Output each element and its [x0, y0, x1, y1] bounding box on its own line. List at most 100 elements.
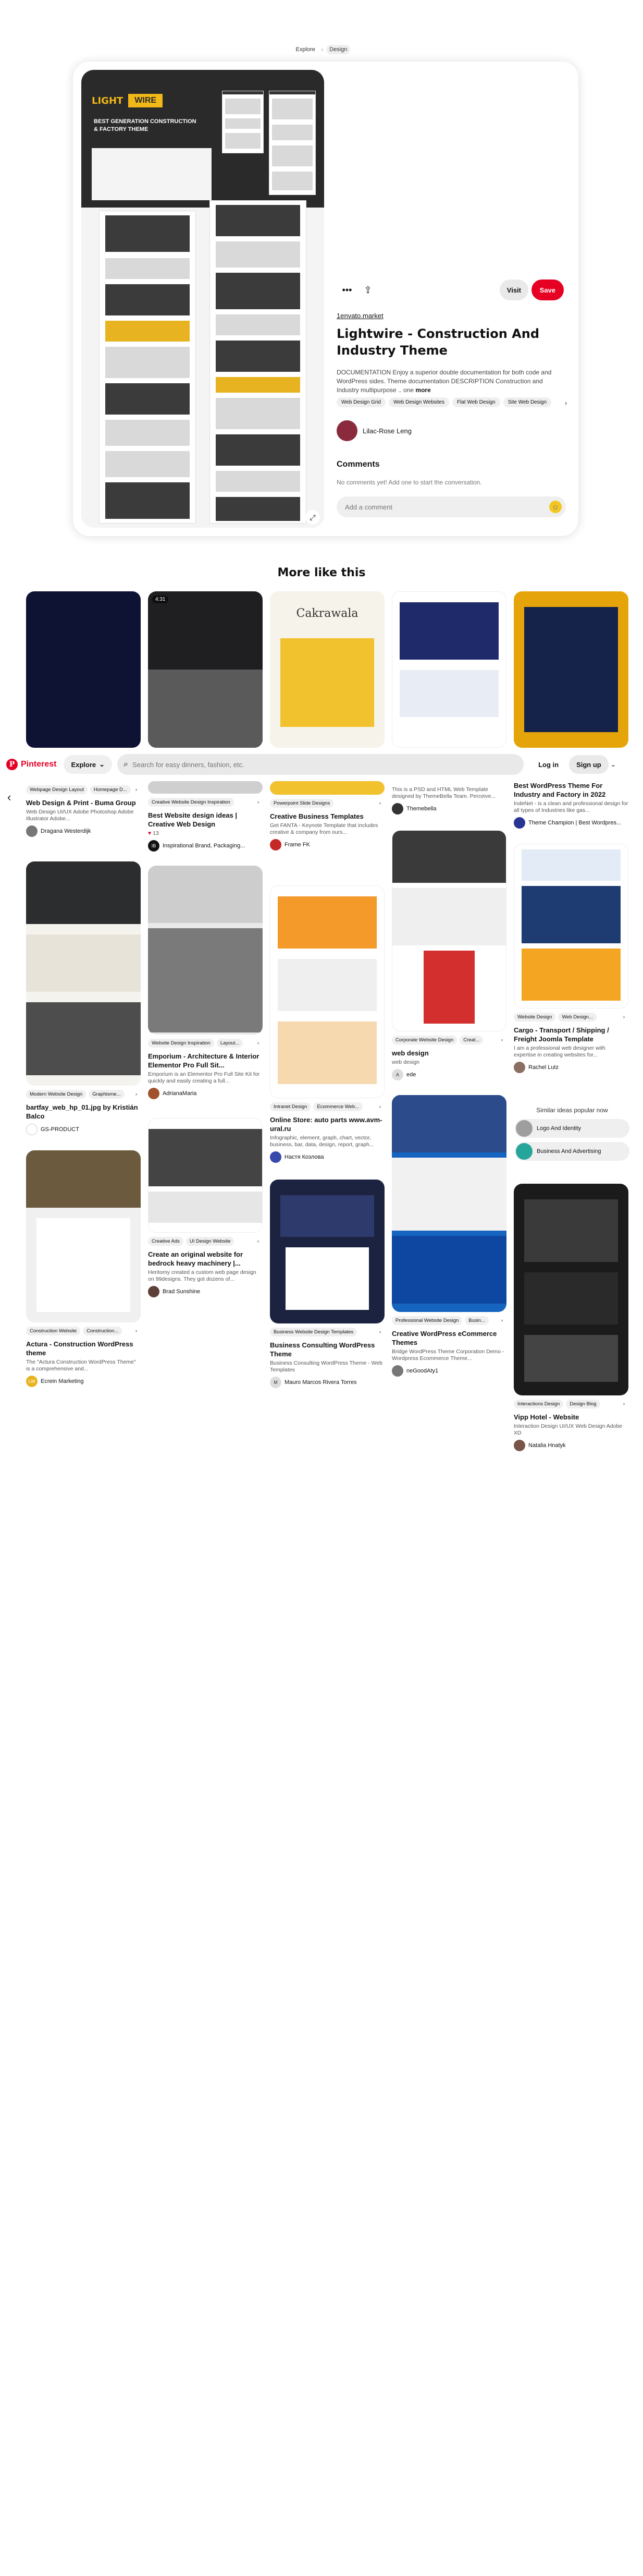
login-button[interactable]: Log in [531, 755, 566, 774]
chevron-right-icon[interactable]: › [565, 399, 567, 407]
pin-author[interactable]: Aede [392, 1069, 506, 1080]
pin-thumbnail[interactable] [148, 781, 263, 794]
author-name[interactable]: Ecrein Marketing [41, 1378, 84, 1384]
author-name[interactable]: GS-PRODUCT [41, 1126, 79, 1133]
related-pin[interactable]: This is a PSD and HTML Web Template desi… [392, 781, 506, 815]
chevron-right-icon[interactable]: › [376, 1102, 385, 1111]
pin-title[interactable]: Actura - Construction WordPress theme [26, 1340, 141, 1357]
save-button[interactable]: Save [531, 280, 564, 300]
related-pin[interactable]: Website Design Inspiration Layout... › Emp… [148, 866, 263, 1099]
tag-chip[interactable]: Business Website Design Templates [270, 1328, 357, 1336]
visit-button[interactable]: Visit [499, 280, 528, 300]
related-pin[interactable]: Powerpoint Slide Designs › Creative Busin… [270, 781, 385, 850]
tag-chip[interactable]: UI Design Website [186, 1237, 234, 1246]
tag-chip[interactable]: Construction... [83, 1327, 122, 1335]
pin-author[interactable]: neGoodAty1 [392, 1365, 506, 1377]
related-pin[interactable] [392, 591, 506, 748]
related-pin[interactable]: Website Design Web Design... › Cargo - Tra… [514, 844, 628, 1073]
pin-author[interactable]: Theme Champion | Best Wordpres... [514, 817, 628, 829]
tag-chip[interactable]: Design Blog [566, 1400, 600, 1408]
pin-title[interactable]: web design [392, 1049, 506, 1058]
related-pin[interactable]: Cakrawala [270, 591, 385, 748]
pin-thumbnail[interactable] [392, 591, 506, 748]
tag-chip[interactable]: Powerpoint Slide Designs [270, 799, 334, 808]
tag-chip[interactable]: Webpage Design Layout [26, 785, 88, 794]
pin-title[interactable]: Business Consulting WordPress Theme [270, 1341, 385, 1358]
pin-thumbnail[interactable] [270, 885, 385, 1098]
share-icon[interactable]: ⇪ [357, 280, 378, 300]
author-name[interactable]: Brad Sunshine [163, 1289, 200, 1295]
pin-thumbnail[interactable] [26, 861, 141, 1086]
pin-author[interactable]: M Mauro Marcos Rivera Torres [270, 1377, 385, 1388]
pin-title[interactable]: Emporium - Architecture & Interior Eleme… [148, 1052, 263, 1070]
pin-thumbnail[interactable] [26, 1150, 141, 1322]
pin-image[interactable]: LIGHT WIRE BEST GENERATION CONSTRUCTION … [81, 70, 324, 528]
pin-thumbnail[interactable] [148, 866, 263, 1035]
pin-author[interactable]: Brad Sunshine [148, 1286, 263, 1297]
related-pin[interactable]: 4:31 [148, 591, 263, 748]
author-name[interactable]: Natalia Hnatyk [528, 1442, 566, 1449]
pin-author[interactable]: Настя Козлова [270, 1151, 385, 1163]
tag-chip[interactable]: Graphisme... [89, 1090, 125, 1099]
author-name[interactable]: Rachel Lutz [528, 1064, 559, 1071]
tag-chip[interactable]: Corporate Website Design [392, 1036, 457, 1044]
pin-author[interactable]: IB Inspirational Brand, Packaging... [148, 840, 263, 852]
back-arrow-icon[interactable]: ‹ [7, 791, 11, 804]
pin-thumbnail[interactable] [392, 830, 506, 1031]
tag-chip[interactable]: Construction Website [26, 1327, 81, 1335]
pin-title[interactable]: Best Website design ideas | Creative Web… [148, 811, 263, 829]
related-pin[interactable]: Business Website Design Templates › Busin… [270, 1180, 385, 1388]
pin-title[interactable]: bartfay_web_hp_01.jpg by Kristián Balco [26, 1103, 141, 1121]
more-link[interactable]: more [415, 386, 430, 394]
pin-title[interactable]: Best WordPress Theme For Industry and Fa… [514, 781, 628, 799]
pin-thumbnail[interactable] [26, 591, 141, 748]
author-name[interactable]: neGoodAty1 [406, 1368, 438, 1374]
pin-thumbnail[interactable] [514, 844, 628, 1008]
author-name[interactable]: Frame FK [285, 842, 310, 848]
tag-chip[interactable]: Creative Ads [148, 1237, 183, 1246]
pin-thumbnail[interactable] [514, 1184, 628, 1395]
expand-icon[interactable]: ⤢ [305, 510, 320, 525]
tag-chip[interactable]: Homepage D... [90, 785, 131, 794]
pin-title[interactable]: Online Store: auto parts www.avm-ural.ru [270, 1115, 385, 1133]
related-pin[interactable]: Corporate Website Design Creat... › web de… [392, 830, 506, 1080]
pin-title[interactable]: Cargo - Transport / Shipping / Freight J… [514, 1026, 628, 1043]
pin-author[interactable]: Rachel Lutz [514, 1062, 628, 1073]
author-name[interactable]: Theme Champion | Best Wordpres... [528, 820, 621, 826]
author-name[interactable]: Lilac-Rose Leng [363, 427, 412, 435]
tag-chip[interactable]: Website Design [514, 1013, 556, 1022]
tag-chip[interactable]: Site Web Design [503, 397, 552, 407]
chevron-right-icon[interactable]: › [254, 1237, 263, 1246]
pin-thumbnail[interactable] [514, 591, 628, 748]
pin-author[interactable]: GS-PRODUCT [26, 1124, 141, 1135]
similar-idea-item[interactable]: Business And Advertising [515, 1142, 629, 1161]
chevron-right-icon[interactable]: › [254, 798, 263, 807]
pin-author[interactable]: LM Ecrein Marketing [26, 1376, 141, 1387]
pinterest-logo[interactable]: P Pinterest [6, 759, 56, 770]
related-pin[interactable]: Creative Website Design Inspiration › Bes… [148, 781, 263, 852]
pin-author[interactable]: Natalia Hnatyk [514, 1440, 628, 1451]
chevron-down-icon[interactable]: ⌄ [611, 761, 616, 768]
pin-author[interactable]: Frame FK [270, 839, 385, 850]
chevron-right-icon[interactable]: › [376, 1328, 385, 1336]
related-pin[interactable]: Modern Website Design Graphisme... › bartf… [26, 861, 141, 1135]
tag-chip[interactable]: Professional Website Design [392, 1316, 463, 1325]
chevron-right-icon[interactable]: › [132, 1327, 141, 1335]
tag-chip[interactable]: Ecommerce Web... [313, 1102, 363, 1111]
author-name[interactable]: Dragana Westerdijk [41, 828, 91, 834]
pin-thumbnail[interactable] [392, 1095, 506, 1312]
breadcrumb-explore[interactable]: Explore [293, 45, 318, 54]
pin-title[interactable]: Create an original website for bedrock h… [148, 1250, 263, 1268]
tag-chip[interactable]: Flat Web Design [452, 397, 500, 407]
tag-chip[interactable]: Creat... [460, 1036, 484, 1044]
pin-thumbnail[interactable] [270, 781, 385, 795]
author-name[interactable]: AdrianaMaria [163, 1090, 196, 1097]
chevron-right-icon[interactable]: › [620, 1013, 628, 1022]
pin-author[interactable]: Lilac-Rose Leng [337, 420, 412, 441]
similar-idea-item[interactable]: Logo And Identity [515, 1119, 629, 1138]
pin-thumbnail[interactable] [270, 1180, 385, 1323]
chevron-right-icon[interactable]: › [132, 1090, 141, 1099]
pin-title[interactable]: Creative WordPress eCommerce Themes [392, 1329, 506, 1347]
related-pin[interactable]: Professional Website Design Busin... › Cre… [392, 1095, 506, 1377]
search-input[interactable] [132, 760, 498, 769]
